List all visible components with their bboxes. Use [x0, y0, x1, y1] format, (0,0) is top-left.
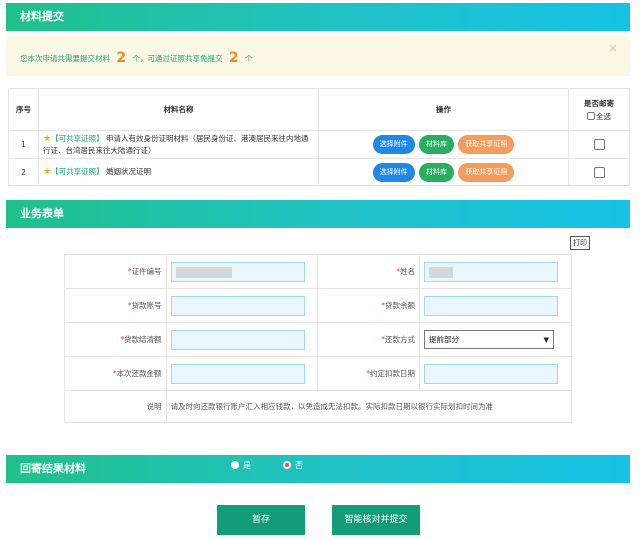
- chevron-down-icon: ▼: [543, 335, 550, 344]
- page: 材料提交 您本次申请共需要提交材料 2 个，可通过证照共享免提交 2 个 × 序…: [0, 0, 640, 540]
- repay-method-label: *还款方式: [317, 322, 421, 357]
- repay-method-value: 提前部分: [429, 335, 460, 344]
- shareable-tag: 【可共享证照】: [51, 167, 104, 176]
- name-label: *姓名: [317, 254, 421, 289]
- col-action-header: 操作: [318, 88, 569, 131]
- row-actions: 选择附件 材料库 获取共享证照: [318, 130, 569, 159]
- mail-header-label: 是否邮寄: [584, 98, 614, 108]
- material-name-text: 婚姻状况证明: [105, 167, 151, 176]
- return-materials-section-header: 回寄结果材料: [6, 455, 630, 483]
- notice-required-count: 2: [116, 50, 127, 66]
- radio-yes[interactable]: [231, 461, 239, 469]
- radio-no[interactable]: [283, 461, 291, 469]
- notice-suffix: 个: [245, 54, 253, 63]
- choose-attachment-button[interactable]: 选择附件: [372, 135, 415, 154]
- form-row: *证件编号 *姓名: [64, 254, 572, 289]
- row-material-name: ★【可共享证照】 申请人有效身份证明材料（居民身份证、港澳居民来往内地通行证、台…: [38, 130, 319, 159]
- redacted-value: [175, 266, 232, 278]
- loan-balance-label: *贷款余额: [317, 288, 421, 323]
- select-all-checkbox[interactable]: [587, 111, 595, 120]
- agreed-date-input[interactable]: [424, 363, 559, 384]
- row-mail-cell: [568, 158, 630, 186]
- note-label: 说明: [64, 390, 167, 423]
- settle-amount-cell: [165, 322, 319, 357]
- loan-account-input[interactable]: [170, 295, 305, 316]
- mail-checkbox[interactable]: [593, 139, 605, 150]
- business-form-table: *证件编号 *姓名 *贷款账号 *贷款余额 *贷款结清额 *还款方式 提前部分 ▼…: [64, 254, 573, 423]
- materials-title: 材料提交: [20, 10, 64, 23]
- row-actions: 选择附件 材料库 获取共享证照: [318, 158, 569, 186]
- row-mail-cell: [568, 130, 630, 159]
- loan-account-cell: [165, 288, 319, 323]
- notice-prefix: 您本次申请共需要提交材料: [20, 54, 110, 63]
- form-row: *贷款账号 *贷款余额: [64, 288, 572, 323]
- select-all-label: 全选: [596, 111, 611, 121]
- col-index-header: 序号: [8, 88, 39, 131]
- loan-account-label: *贷款账号: [64, 288, 167, 323]
- close-icon[interactable]: ×: [608, 41, 618, 55]
- form-row: *本次还款金额 *约定扣款日期: [64, 356, 572, 391]
- return-yes-option[interactable]: 是: [231, 460, 251, 472]
- print-button[interactable]: 打印: [570, 236, 590, 250]
- id-number-label: *证件编号: [64, 254, 167, 289]
- smart-check-submit-button[interactable]: 智能核对并提交: [332, 505, 420, 535]
- agreed-date-label: *约定扣款日期: [317, 356, 421, 391]
- name-input[interactable]: [424, 261, 559, 282]
- star-icon: ★: [43, 167, 52, 177]
- loan-balance-cell: [419, 288, 572, 323]
- table-header-row: 序号 材料名称 操作 是否邮寄 全选: [8, 88, 630, 131]
- shareable-tag: 【可共享证照】: [51, 134, 104, 143]
- repay-method-cell: 提前部分 ▼: [419, 322, 572, 357]
- materials-section-header: 材料提交: [6, 3, 630, 31]
- row-index: 2: [8, 158, 39, 186]
- material-library-button[interactable]: 材料库: [419, 162, 454, 182]
- this-repay-amount-input[interactable]: [170, 363, 305, 384]
- get-shared-license-button[interactable]: 获取共享证照: [458, 135, 515, 154]
- id-number-cell: [165, 254, 319, 289]
- notice-mid: 个，可通过证照共享免提交: [132, 54, 223, 63]
- materials-table: 序号 材料名称 操作 是否邮寄 全选 1 ★【可共享证照】 申请人有效身份证明材…: [8, 88, 630, 186]
- loan-balance-input[interactable]: [424, 295, 559, 316]
- name-cell: [419, 254, 572, 289]
- form-row: *贷款结清额 *还款方式 提前部分 ▼: [64, 322, 572, 357]
- business-form-section-header: 业务表单: [6, 200, 630, 228]
- get-shared-license-button[interactable]: 获取共享证照: [458, 162, 515, 182]
- mail-checkbox[interactable]: [593, 166, 605, 178]
- table-row: 1 ★【可共享证照】 申请人有效身份证明材料（居民身份证、港澳居民来往内地通行证…: [8, 130, 630, 159]
- col-mail-header: 是否邮寄 全选: [568, 88, 630, 131]
- repay-method-select[interactable]: 提前部分 ▼: [424, 330, 555, 349]
- agreed-date-cell: [419, 356, 572, 391]
- select-all[interactable]: 全选: [569, 111, 629, 122]
- id-number-input[interactable]: [170, 261, 305, 282]
- table-row: 2 ★【可共享证照】 婚姻状况证明 选择附件 材料库 获取共享证照: [8, 158, 630, 186]
- settle-amount-input[interactable]: [170, 329, 305, 350]
- business-form-title: 业务表单: [20, 207, 64, 220]
- row-material-name: ★【可共享证照】 婚姻状况证明: [38, 158, 319, 186]
- redacted-value: [429, 266, 454, 278]
- this-repay-amount-label: *本次还款金额: [64, 356, 167, 391]
- settle-amount-label: *贷款结清额: [64, 322, 167, 357]
- radio-yes-label: 是: [243, 461, 251, 470]
- choose-attachment-button[interactable]: 选择附件: [372, 162, 415, 182]
- return-no-option[interactable]: 否: [283, 460, 303, 472]
- star-icon: ★: [43, 134, 52, 144]
- material-library-button[interactable]: 材料库: [419, 135, 454, 154]
- note-text: 请及时向还款银行账户汇入相应钱款，以免造成无法扣款。实际扣款日期以银行实际划扣时…: [165, 390, 573, 423]
- row-index: 1: [8, 130, 39, 159]
- form-note-row: 说明 请及时向还款银行账户汇入相应钱款，以免造成无法扣款。实际扣款日期以银行实际…: [64, 390, 573, 423]
- notice-shared-count: 2: [228, 50, 239, 66]
- this-repay-amount-cell: [165, 356, 319, 391]
- radio-no-label: 否: [295, 461, 303, 470]
- save-draft-button[interactable]: 暂存: [217, 505, 305, 535]
- return-materials-title: 回寄结果材料: [20, 462, 86, 475]
- materials-notice: 您本次申请共需要提交材料 2 个，可通过证照共享免提交 2 个 ×: [6, 36, 630, 76]
- col-name-header: 材料名称: [38, 88, 319, 131]
